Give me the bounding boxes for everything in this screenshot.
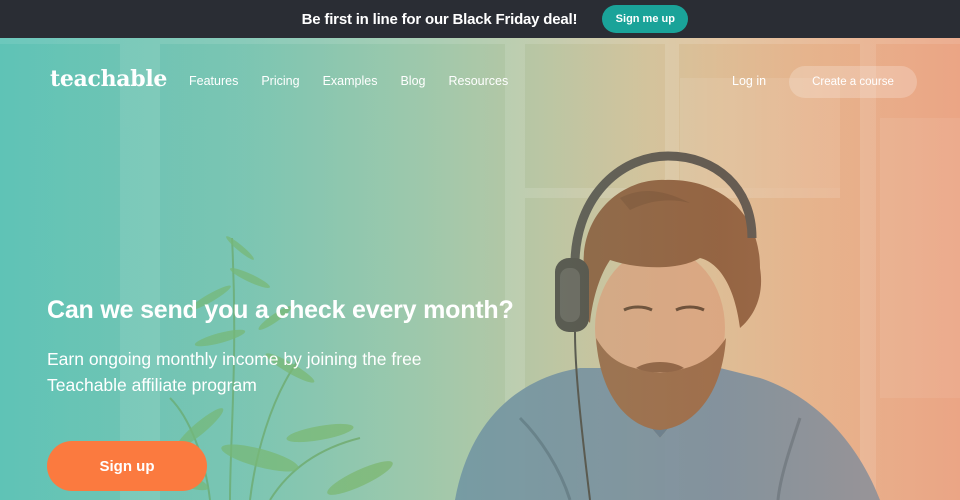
nav-links: Features Pricing Examples Blog Resources — [189, 74, 531, 88]
hero-subhead: Earn ongoing monthly income by joining t… — [47, 349, 422, 395]
promo-text: Be first in line for our Black Friday de… — [301, 10, 578, 28]
hero-headline: Can we send you a check every month? — [47, 296, 514, 324]
teachable-logo[interactable]: teachable — [50, 66, 167, 92]
nav-link-resources[interactable]: Resources — [448, 74, 508, 88]
nav-link-examples[interactable]: Examples — [323, 74, 378, 88]
sign-up-button[interactable]: Sign up — [47, 441, 207, 491]
sign-me-up-button[interactable]: Sign me up — [602, 5, 689, 33]
nav-link-blog[interactable]: Blog — [400, 74, 425, 88]
nav-link-pricing[interactable]: Pricing — [261, 74, 299, 88]
top-nav: teachable Features Pricing Examples Blog… — [0, 38, 960, 126]
promo-bar: Be first in line for our Black Friday de… — [0, 0, 960, 38]
nav-link-features[interactable]: Features — [189, 74, 238, 88]
page: Be first in line for our Black Friday de… — [0, 0, 960, 500]
create-course-button[interactable]: Create a course — [789, 66, 917, 98]
login-link[interactable]: Log in — [732, 74, 766, 88]
